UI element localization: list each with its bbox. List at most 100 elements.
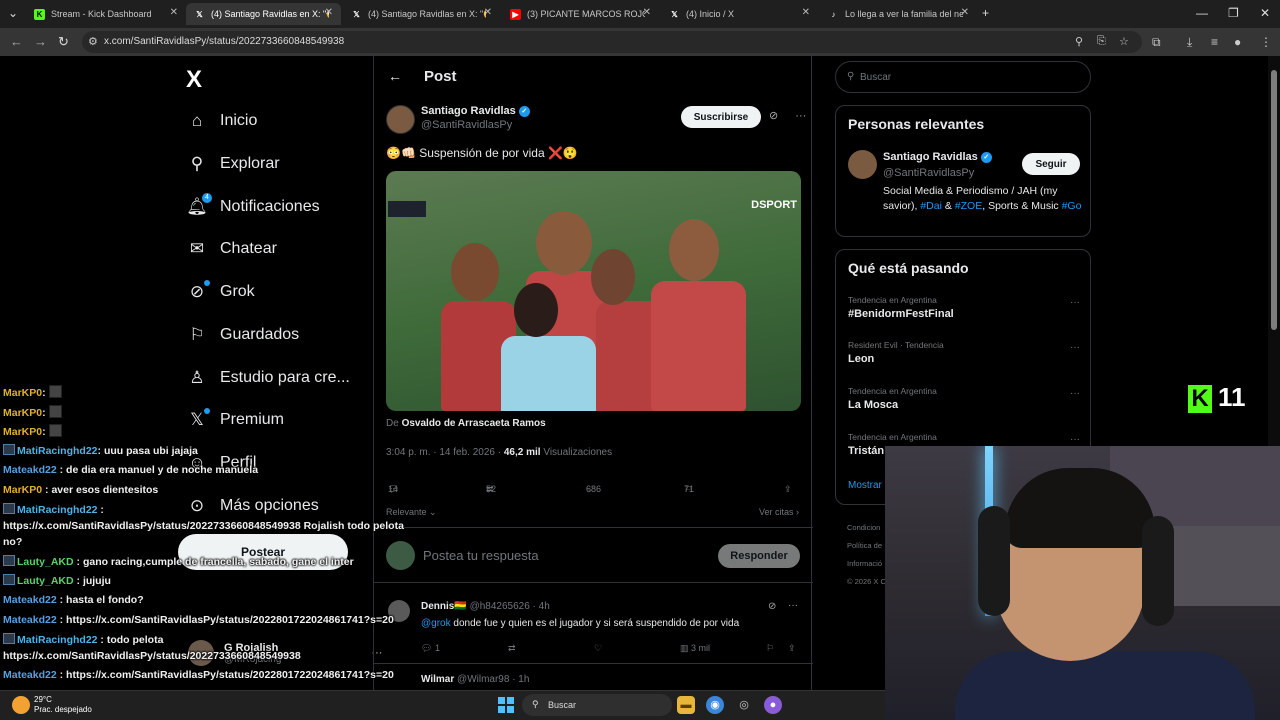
- views-action[interactable]: ▥ 3 mil: [680, 643, 710, 654]
- tab-youtube[interactable]: ▶ (3) PICANTE MARCOS ROJO CO ✕: [502, 3, 659, 25]
- maximize-icon[interactable]: ❐: [1228, 6, 1239, 20]
- profile-avatar-icon[interactable]: ●: [1234, 35, 1241, 49]
- nav-item-inicio[interactable]: ⌂ Inicio: [186, 106, 258, 136]
- site-info-icon[interactable]: ⚙: [88, 35, 98, 48]
- comment-handle[interactable]: @h84265626 · 4h: [470, 601, 550, 612]
- reply-button[interactable]: Responder: [718, 544, 800, 568]
- show-more-link[interactable]: Mostrar: [848, 480, 882, 491]
- follow-button[interactable]: Seguir: [1022, 153, 1080, 175]
- tab-kick-dashboard[interactable]: K Stream - Kick Dashboard ✕: [26, 3, 186, 25]
- tab-search-icon[interactable]: ⌄: [8, 6, 18, 20]
- close-icon[interactable]: ✕: [170, 7, 178, 18]
- tab-tiktok[interactable]: ♪ Lo llega a ver la familia del nen ✕: [820, 3, 977, 25]
- trend-item[interactable]: Resident Evil · Tendencia Leon ···: [848, 340, 1080, 365]
- trend-item[interactable]: Tendencia en Argentina La Mosca ···: [848, 386, 1080, 411]
- comment-handle[interactable]: @Wilmar98 · 1h: [457, 674, 529, 685]
- mail-icon: ✉: [189, 239, 205, 258]
- menu-icon[interactable]: ⋮: [1260, 35, 1272, 49]
- player-head: [536, 211, 592, 275]
- hashtag-link[interactable]: #Go: [1062, 200, 1082, 212]
- footer-link[interactable]: Informació: [847, 555, 886, 573]
- mention-link[interactable]: @grok: [421, 618, 451, 629]
- obs-icon[interactable]: ◎: [735, 696, 753, 714]
- comment-author[interactable]: Dennis🇧🇴: [421, 601, 467, 612]
- download-icon[interactable]: ⤓: [1187, 35, 1192, 50]
- bookmark-icon[interactable]: ⚐: [766, 643, 774, 654]
- trend-item[interactable]: Tendencia en Argentina #BenidormFestFina…: [848, 295, 1080, 320]
- footer-link[interactable]: Condicion: [847, 519, 886, 537]
- more-icon[interactable]: ···: [1070, 388, 1080, 399]
- headset-icon: [1142, 516, 1174, 626]
- nav-item-guardados[interactable]: ⚐ Guardados: [186, 320, 299, 350]
- minimize-icon[interactable]: —: [1196, 6, 1208, 20]
- new-tab-icon[interactable]: +: [982, 6, 989, 20]
- share-icon[interactable]: ⇪: [784, 484, 792, 495]
- repost-count: 52: [486, 484, 497, 494]
- share-icon[interactable]: ⇪: [788, 643, 796, 654]
- tab-x-inicio[interactable]: 𝕏 (4) Inicio / X ✕: [661, 3, 818, 25]
- heart-icon[interactable]: ♡: [594, 643, 602, 654]
- star-icon[interactable]: ☆: [1119, 35, 1129, 48]
- post-video[interactable]: DSPORT: [386, 171, 801, 411]
- grok-icon[interactable]: ⊘: [768, 601, 776, 612]
- search-input[interactable]: ⚲ Buscar: [835, 61, 1091, 93]
- comment-author[interactable]: Wilmar: [421, 674, 454, 685]
- start-button-icon[interactable]: [498, 697, 514, 713]
- reload-icon[interactable]: ↻: [58, 34, 69, 50]
- avatar[interactable]: [848, 150, 877, 179]
- from-name[interactable]: Osvaldo de Arrascaeta Ramos: [402, 418, 546, 429]
- nav-item-notificaciones[interactable]: 🔔︎ 4 Notificaciones: [186, 192, 320, 222]
- person-handle[interactable]: @SantiRavidlasPy: [883, 167, 974, 179]
- repost-icon[interactable]: ⇄: [508, 643, 516, 654]
- post-author[interactable]: Santiago Ravidlas ✓ @SantiRavidlasPy: [386, 105, 530, 134]
- hashtag-link[interactable]: #Dai: [920, 200, 942, 212]
- taskbar-search[interactable]: ⚲ Buscar: [522, 694, 672, 716]
- subscribe-button[interactable]: Suscribirse: [681, 106, 761, 128]
- author-handle[interactable]: @SantiRavidlasPy: [421, 119, 530, 131]
- comment[interactable]: Dennis🇧🇴 @h84265626 · 4h ⊘ ··· @grok don…: [374, 594, 813, 664]
- view-quotes-link[interactable]: Ver citas ›: [759, 507, 799, 517]
- weather-widget[interactable]: 29°C Prac. despejado: [12, 695, 92, 715]
- reading-list-icon[interactable]: ≡: [1211, 35, 1218, 49]
- close-window-icon[interactable]: ✕: [1260, 6, 1270, 20]
- file-explorer-icon[interactable]: ▬: [677, 696, 695, 714]
- tab-x-post[interactable]: 𝕏 (4) Santiago Ravidlas en X: "😳 ✕: [343, 3, 500, 25]
- close-icon[interactable]: ✕: [802, 7, 810, 18]
- author-name[interactable]: Santiago Ravidlas: [421, 105, 516, 117]
- close-icon[interactable]: ✕: [484, 7, 492, 18]
- tab-title: (4) Inicio / X: [686, 9, 735, 19]
- tab-x-post-active[interactable]: 𝕏 (4) Santiago Ravidlas en X: "😳 • ✕: [186, 3, 341, 25]
- avatar[interactable]: [386, 105, 415, 134]
- footer-link[interactable]: Política de: [847, 537, 886, 555]
- post-time[interactable]: 3:04 p. m. · 14 feb. 2026 ·: [386, 447, 504, 458]
- comment[interactable]: Wilmar @Wilmar98 · 1h: [374, 670, 813, 690]
- more-icon[interactable]: ···: [788, 600, 798, 611]
- more-icon[interactable]: ···: [1070, 342, 1080, 353]
- extensions-icon[interactable]: ⧉: [1152, 35, 1161, 50]
- nav-item-grok[interactable]: ⊘ Grok: [186, 277, 255, 307]
- nav-item-explorar[interactable]: ⚲ Explorar: [186, 149, 280, 179]
- scrollbar-thumb[interactable]: [1271, 70, 1277, 330]
- person-name[interactable]: Santiago Ravidlas: [883, 151, 978, 163]
- grok-icon[interactable]: ⊘: [769, 110, 778, 122]
- app-icon[interactable]: ●: [764, 696, 782, 714]
- x-logo-icon[interactable]: X: [186, 66, 202, 94]
- more-icon[interactable]: ···: [795, 110, 806, 122]
- url-field[interactable]: ⚙ x.com/SantiRavidlasPy/status/202273366…: [82, 31, 1142, 53]
- close-icon[interactable]: ✕: [961, 7, 969, 18]
- bell-icon: 🔔︎ 4: [186, 193, 212, 217]
- back-arrow-icon[interactable]: ←: [388, 68, 402, 84]
- zoom-icon[interactable]: ⚲: [1075, 35, 1083, 48]
- forward-icon[interactable]: →: [34, 34, 47, 49]
- close-icon[interactable]: ✕: [643, 7, 651, 18]
- back-icon[interactable]: ←: [10, 34, 23, 49]
- install-icon[interactable]: ⎘: [1097, 35, 1106, 48]
- reply-input[interactable]: Postea tu respuesta: [423, 548, 539, 563]
- more-icon[interactable]: ···: [1070, 297, 1080, 308]
- reply-action[interactable]: 💬︎ 1: [421, 643, 440, 654]
- nav-item-chatear[interactable]: ✉ Chatear: [186, 234, 277, 264]
- chrome-icon[interactable]: ◉: [706, 696, 724, 714]
- hashtag-link[interactable]: #ZOE: [955, 200, 982, 212]
- close-icon[interactable]: ✕: [325, 7, 333, 18]
- more-icon[interactable]: ···: [1070, 434, 1080, 445]
